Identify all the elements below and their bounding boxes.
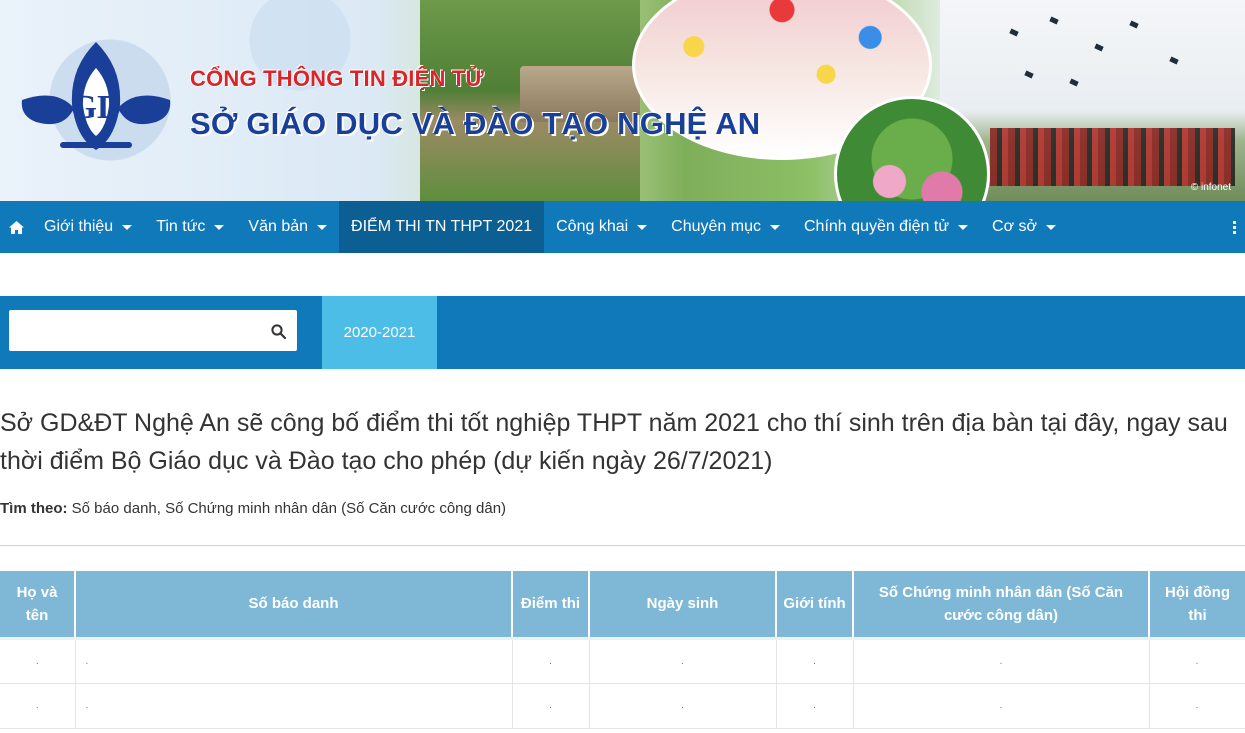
- banner-graduates-crowd: [990, 128, 1235, 186]
- table-header-row: Họ và tên Số báo danh Điểm thi Ngày sinh…: [0, 571, 1245, 638]
- table-cell: .: [0, 638, 76, 684]
- search-icon: [270, 323, 286, 339]
- caret-down-icon: [958, 224, 969, 230]
- site-banner: GD CỔNG THÔNG TIN ĐIỆN TỬ SỞ GIÁO DỤC VÀ…: [0, 0, 1245, 201]
- year-tab-2020-2021[interactable]: 2020-2021: [322, 296, 437, 369]
- caret-down-icon: [214, 224, 225, 230]
- nav-item-label: Công khai: [556, 218, 629, 235]
- table-cell: .: [853, 683, 1150, 729]
- table-cell: .: [776, 638, 854, 684]
- nav-item-cong-khai[interactable]: Công khai: [544, 201, 659, 253]
- table-cell: .: [1149, 638, 1245, 684]
- vertical-dots-icon[interactable]: [1223, 201, 1245, 253]
- table-row: . . . . . . .: [0, 683, 1245, 729]
- nav-item-chuyen-muc[interactable]: Chuyên mục: [659, 201, 792, 253]
- table-cell: .: [1149, 683, 1245, 729]
- portal-label: CỔNG THÔNG TIN ĐIỆN TỬ: [190, 66, 484, 91]
- svg-text:GD: GD: [71, 89, 122, 126]
- column-header-gioi-tinh: Giới tính: [776, 571, 854, 638]
- announcement-headline: Sở GD&ĐT Nghệ An sẽ công bố điểm thi tốt…: [0, 409, 1228, 475]
- main-navigation: Giới thiệu Tin tức Văn bản ĐIỂM THI TN T…: [0, 201, 1245, 253]
- nav-item-label: Giới thiệu: [44, 218, 114, 235]
- column-header-diem-thi: Điểm thi: [512, 571, 590, 638]
- caret-down-icon: [770, 224, 780, 230]
- search-bar: 2020-2021: [0, 296, 1245, 369]
- photo-watermark: © infonet: [1190, 182, 1231, 193]
- nav-item-label: Chính quyền điện tử: [804, 218, 950, 235]
- table-cell: .: [853, 638, 1150, 684]
- caret-down-icon: [637, 224, 648, 230]
- nav-item-label: Chuyên mục: [671, 218, 761, 235]
- nav-item-co-so[interactable]: Cơ sở: [980, 201, 1068, 253]
- table-cell: .: [512, 683, 590, 729]
- table-cell: .: [776, 683, 854, 729]
- department-name: SỞ GIÁO DỤC VÀ ĐÀO TẠO NGHỆ AN: [190, 106, 761, 141]
- column-header-so-bao-danh: Số báo danh: [75, 571, 513, 638]
- table-cell: .: [75, 638, 513, 684]
- nav-item-van-ban[interactable]: Văn bản: [236, 201, 339, 253]
- nav-item-label: Cơ sở: [992, 218, 1038, 235]
- search-by-label: Tìm theo:: [0, 500, 68, 517]
- content-divider: [0, 545, 1245, 546]
- caret-down-icon: [1046, 224, 1057, 230]
- nav-item-diem-thi[interactable]: ĐIỂM THI TN THPT 2021: [339, 201, 545, 253]
- table-cell: .: [589, 683, 777, 729]
- search-by-value: Số báo danh, Số Chứng minh nhân dân (Số …: [71, 500, 507, 517]
- column-header-ngay-sinh: Ngày sinh: [589, 571, 777, 638]
- table-cell: .: [512, 638, 590, 684]
- nav-item-label: ĐIỂM THI TN THPT 2021: [351, 218, 533, 235]
- department-logo[interactable]: GD: [16, 38, 176, 156]
- nav-item-chinh-quyen-dien-tu[interactable]: Chính quyền điện tử: [792, 201, 980, 253]
- home-icon: [8, 220, 24, 234]
- table-cell: .: [75, 683, 513, 729]
- search-box: [9, 310, 297, 351]
- column-header-ho-va-ten: Họ và tên: [0, 571, 76, 638]
- column-header-so-cmnd: Số Chứng minh nhân dân (Số Căn cước công…: [853, 571, 1150, 638]
- nav-item-gioi-thieu[interactable]: Giới thiệu: [32, 201, 144, 253]
- nav-item-label: Văn bản: [248, 218, 309, 235]
- nav-item-label: Tin tức: [156, 218, 206, 235]
- results-table: Họ và tên Số báo danh Điểm thi Ngày sinh…: [0, 571, 1245, 729]
- column-header-hoi-dong-thi: Hội đồng thi: [1149, 571, 1245, 638]
- caret-down-icon: [317, 224, 328, 230]
- table-cell: .: [589, 638, 777, 684]
- nav-item-tin-tuc[interactable]: Tin tức: [144, 201, 236, 253]
- search-input[interactable]: [9, 310, 257, 351]
- search-by-note: Tìm theo: Số báo danh, Số Chứng minh nhâ…: [0, 500, 506, 517]
- table-row: . . . . . . .: [0, 638, 1245, 684]
- home-link[interactable]: [0, 201, 32, 253]
- caret-down-icon: [122, 224, 133, 230]
- table-cell: .: [0, 683, 76, 729]
- search-button[interactable]: [265, 318, 291, 344]
